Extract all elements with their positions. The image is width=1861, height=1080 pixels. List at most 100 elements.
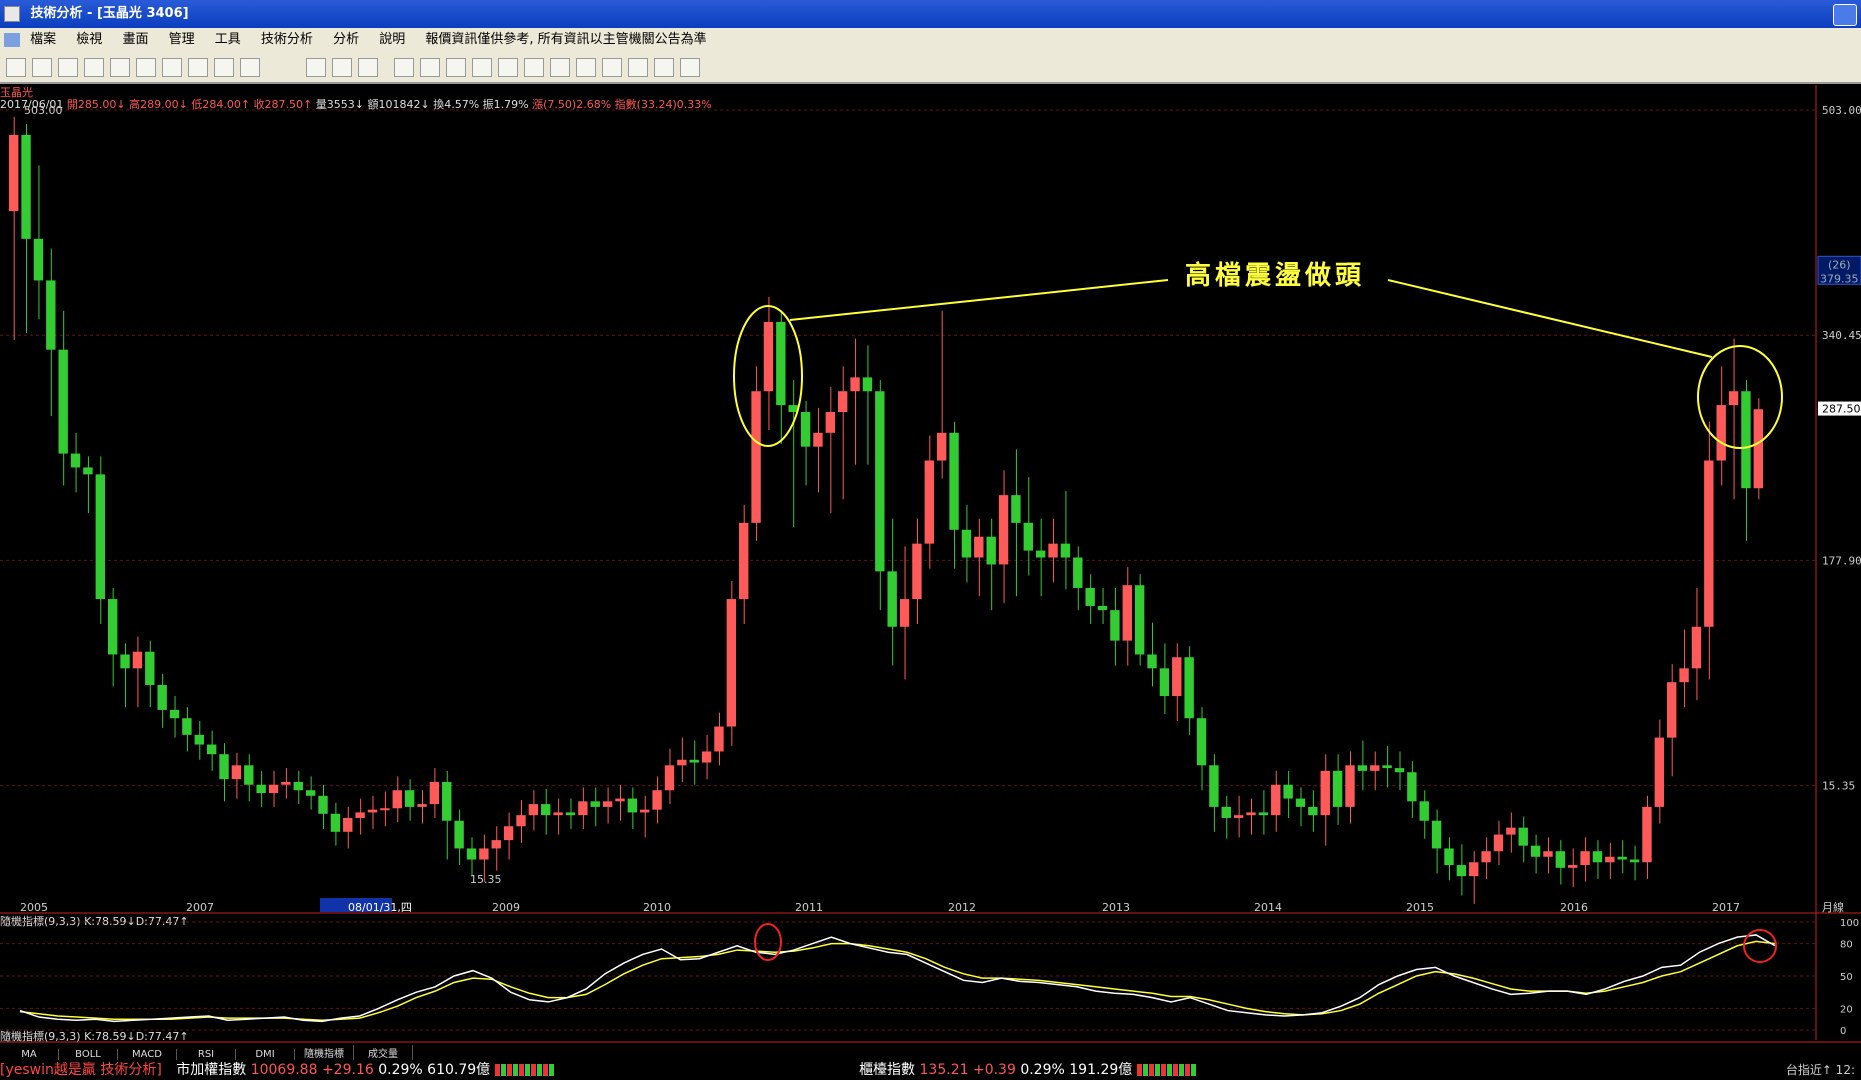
candle-body	[1085, 587, 1095, 606]
candle-body	[1172, 657, 1182, 697]
kd-tick-label: 20	[1840, 1004, 1853, 1015]
x-tick-label: 2015	[1406, 901, 1434, 914]
price-tick-label: 340.45	[1822, 329, 1861, 342]
candle-body	[1444, 848, 1454, 866]
candle-body	[949, 432, 959, 530]
candle-body	[33, 238, 44, 281]
candle-body	[1753, 409, 1763, 489]
x-tick-label: 2009	[492, 901, 520, 914]
candle-body	[640, 809, 650, 813]
candle-body	[1283, 784, 1293, 799]
candle-body	[875, 391, 885, 572]
candle-body	[553, 812, 563, 816]
candle-body	[281, 781, 291, 785]
candle-body	[677, 759, 687, 766]
candle-body	[701, 751, 712, 763]
candle-body	[1110, 610, 1120, 641]
candle-body	[825, 412, 836, 433]
annotation-circle-right	[1697, 345, 1783, 449]
chart-annotation: 高檔震盪做頭	[1185, 261, 1366, 291]
x-tick-label: 2017	[1712, 901, 1740, 914]
tab-6[interactable]: 成交量	[354, 1045, 413, 1060]
x-tick-label: 2013	[1102, 901, 1130, 914]
candle-body	[1555, 851, 1566, 868]
otc-amount: 191.29億	[1069, 1062, 1133, 1078]
candle-body	[330, 813, 341, 832]
x-tick-label: 2012	[948, 901, 976, 914]
otc-value: 135.21	[919, 1062, 969, 1078]
candle-body	[751, 391, 761, 523]
candle-body	[120, 654, 130, 669]
candle-body	[182, 718, 192, 735]
candle-body	[256, 784, 266, 794]
candle-body	[46, 280, 56, 350]
period-label: 月線	[1822, 900, 1844, 914]
candlestick-chart[interactable]: 503.00 340.45 177.90 15.35 287.50 (26)379.35 5…	[0, 0, 1861, 1060]
candle-body	[899, 599, 910, 627]
candle-body	[132, 651, 143, 669]
candle-body	[206, 744, 217, 755]
candle-body	[1605, 856, 1615, 863]
candle-body	[763, 321, 774, 392]
candle-body	[392, 790, 402, 809]
candle-body	[1456, 865, 1467, 877]
candle-body	[800, 412, 811, 447]
candle-body	[565, 812, 576, 816]
candle-body	[343, 817, 353, 832]
candle-body	[1122, 585, 1132, 641]
tab-4[interactable]: DMI	[236, 1049, 295, 1060]
candle-body	[1691, 626, 1702, 669]
tab-3[interactable]: RSI	[177, 1049, 236, 1060]
candle-body	[1679, 668, 1689, 683]
candle-body	[1209, 765, 1219, 807]
candle-body	[850, 377, 860, 392]
candle-body	[1134, 585, 1145, 655]
candle-body	[1357, 765, 1368, 771]
candle-body	[1530, 845, 1541, 857]
tab-2[interactable]: MACD	[118, 1049, 177, 1060]
candle-body	[1481, 851, 1491, 863]
status-brand[interactable]: [yeswin越是贏 技術分析]	[0, 1062, 162, 1078]
candle-body	[615, 798, 625, 802]
candle-body	[355, 812, 365, 818]
candle-body	[1667, 682, 1677, 738]
tab-5[interactable]: 隨機指標	[295, 1045, 354, 1060]
candle-body	[169, 709, 180, 719]
candle-body	[1580, 851, 1590, 866]
candle-body	[1568, 865, 1578, 868]
candle-body	[1419, 801, 1429, 821]
taiex-pct: 0.29%	[378, 1062, 423, 1078]
candle-body	[417, 804, 427, 807]
tab-0[interactable]: MA	[0, 1049, 59, 1060]
candle-body	[1184, 657, 1194, 719]
candle-body	[689, 759, 699, 763]
candle-body	[1035, 550, 1046, 558]
x-tick-label: 2014	[1254, 901, 1282, 914]
candle-body	[912, 543, 922, 600]
candle-body	[1073, 557, 1083, 588]
candle-body	[1431, 820, 1442, 849]
x-tick-label: 2007	[186, 901, 214, 914]
candle-body	[776, 321, 786, 406]
candle-body	[974, 536, 984, 558]
candle-body	[1246, 812, 1256, 816]
max-price-label: 503.00	[24, 104, 63, 117]
candle-body	[578, 801, 588, 816]
tab-1[interactable]: BOLL	[59, 1049, 118, 1060]
candle-body	[367, 809, 378, 813]
candle-body	[1320, 770, 1330, 816]
indicator-tabs: MA BOLL MACD RSI DMI 隨機指標 成交量	[0, 1045, 1861, 1060]
candle-body	[293, 781, 303, 791]
candle-body	[1221, 806, 1231, 818]
candle-body	[503, 826, 514, 841]
otc-change: +0.39	[972, 1062, 1016, 1078]
otc-pct: 0.29%	[1020, 1062, 1065, 1078]
candle-body	[1159, 668, 1170, 697]
candle-body	[268, 784, 279, 794]
x-tick-label: 2005	[20, 901, 48, 914]
candle-body	[1295, 798, 1306, 807]
x-tick-label: 2016	[1560, 901, 1588, 914]
candle-body	[986, 536, 996, 565]
candle-body	[1592, 851, 1603, 863]
candle-body	[1345, 765, 1355, 807]
